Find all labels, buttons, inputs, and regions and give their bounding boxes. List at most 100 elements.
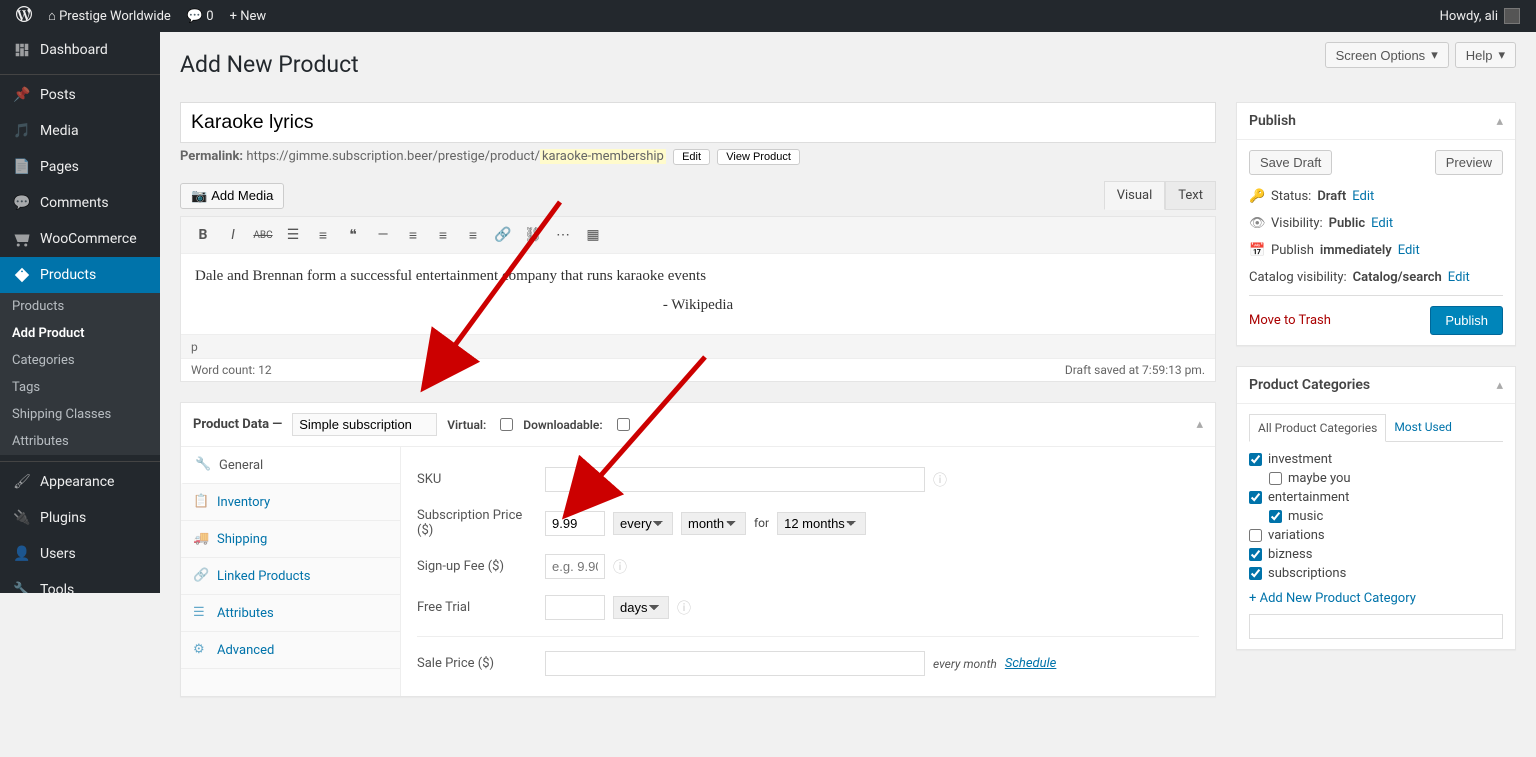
length-select[interactable]: 12 months [777, 512, 866, 535]
submenu-shipping-classes[interactable]: Shipping Classes [0, 401, 160, 428]
menu-comments[interactable]: 💬Comments [0, 185, 160, 221]
product-type-select[interactable]: Simple subscription [292, 413, 437, 436]
cat-tab-most[interactable]: Most Used [1386, 414, 1460, 441]
pd-tab-advanced[interactable]: ⚙Advanced [181, 632, 400, 669]
user-account[interactable]: Howdy, ali [1432, 0, 1528, 32]
category-checkbox[interactable] [1249, 491, 1262, 504]
submenu-categories[interactable]: Categories [0, 347, 160, 374]
quote-button[interactable]: ❝ [339, 221, 367, 249]
tab-text[interactable]: Text [1165, 181, 1216, 210]
submenu-products-list[interactable]: Products [0, 293, 160, 320]
comment-icon: 💬 [12, 193, 32, 213]
edit-date-link[interactable]: Edit [1398, 243, 1420, 258]
brush-icon: 🖌 [12, 472, 32, 492]
menu-posts[interactable]: 📌Posts [0, 77, 160, 113]
screen-options-button[interactable]: Screen Options▾ [1325, 42, 1449, 68]
view-product-button[interactable]: View Product [717, 149, 800, 165]
bold-button[interactable]: B [189, 221, 217, 249]
free-trial-input[interactable] [545, 595, 605, 620]
category-search-input[interactable] [1249, 614, 1503, 639]
schedule-link[interactable]: Schedule [1005, 656, 1057, 671]
add-media-button[interactable]: 📷Add Media [180, 183, 284, 209]
period-select[interactable]: month [681, 512, 746, 535]
menu-plugins[interactable]: 🔌Plugins [0, 500, 160, 536]
move-to-trash-link[interactable]: Move to Trash [1249, 313, 1331, 328]
pd-tab-attributes[interactable]: ☰Attributes [181, 595, 400, 632]
pd-tab-shipping[interactable]: 🚚Shipping [181, 521, 400, 558]
publish-box: Publish▴ Save Draft Preview 🔑Status: Dra… [1236, 102, 1516, 346]
add-category-link[interactable]: + Add New Product Category [1249, 583, 1503, 606]
submenu-attributes[interactable]: Attributes [0, 428, 160, 455]
category-item: subscriptions [1249, 564, 1503, 583]
sku-input[interactable] [545, 467, 925, 492]
help-icon[interactable]: ⓘ [613, 557, 627, 577]
wp-logo[interactable] [8, 0, 40, 32]
downloadable-checkbox[interactable] [617, 418, 630, 431]
unlink-button[interactable]: ⛓ [519, 221, 547, 249]
category-item: variations [1249, 526, 1503, 545]
signup-fee-input[interactable] [545, 554, 605, 579]
category-checkbox[interactable] [1269, 510, 1282, 523]
editor-content[interactable]: Dale and Brennan form a successful enter… [181, 254, 1215, 334]
camera-icon: 📷 [191, 188, 207, 204]
category-checkbox[interactable] [1269, 472, 1282, 485]
user-icon: 👤 [12, 544, 32, 564]
sale-price-input[interactable] [545, 651, 925, 676]
align-center-button[interactable]: ≡ [429, 221, 457, 249]
category-checkbox[interactable] [1249, 529, 1262, 542]
menu-appearance[interactable]: 🖌Appearance [0, 464, 160, 500]
ul-button[interactable]: ☰ [279, 221, 307, 249]
menu-woocommerce[interactable]: WooCommerce [0, 221, 160, 257]
help-button[interactable]: Help▾ [1455, 42, 1516, 68]
category-label: variations [1268, 528, 1325, 543]
menu-products[interactable]: Products [0, 257, 160, 293]
hr-button[interactable]: ― [369, 221, 397, 249]
link-button[interactable]: 🔗 [489, 221, 517, 249]
toolbar-toggle-button[interactable]: ▦ [579, 221, 607, 249]
pd-tab-inventory[interactable]: 📋Inventory [181, 484, 400, 521]
submenu-add-product[interactable]: Add Product [0, 320, 160, 347]
edit-slug-button[interactable]: Edit [673, 149, 710, 165]
category-checkbox[interactable] [1249, 453, 1262, 466]
caret-down-icon: ▾ [1498, 47, 1505, 63]
new-content[interactable]: + New [222, 0, 275, 32]
strike-button[interactable]: ABC [249, 221, 277, 249]
align-right-button[interactable]: ≡ [459, 221, 487, 249]
edit-catalog-link[interactable]: Edit [1448, 270, 1470, 285]
subscription-price-input[interactable] [545, 511, 605, 536]
menu-dashboard[interactable]: Dashboard [0, 32, 160, 68]
interval-select[interactable]: every [613, 512, 673, 535]
site-home[interactable]: ⌂ Prestige Worldwide [40, 0, 179, 32]
publish-button[interactable]: Publish [1430, 306, 1503, 335]
pd-tab-general[interactable]: 🔧General [181, 447, 400, 484]
italic-button[interactable]: I [219, 221, 247, 249]
edit-visibility-link[interactable]: Edit [1371, 216, 1393, 231]
menu-tools[interactable]: 🔧Tools [0, 572, 160, 593]
more-button[interactable]: ⋯ [549, 221, 577, 249]
cat-tab-all[interactable]: All Product Categories [1249, 414, 1386, 442]
menu-media[interactable]: 🎵Media [0, 113, 160, 149]
permalink-slug: karaoke-membership [540, 149, 666, 164]
comments-link[interactable]: 💬 0 [179, 0, 222, 32]
category-checkbox[interactable] [1249, 567, 1262, 580]
category-label: entertainment [1268, 490, 1349, 505]
help-icon[interactable]: ⓘ [677, 598, 691, 618]
toggle-icon[interactable]: ▴ [1196, 417, 1203, 432]
trial-period-select[interactable]: days [613, 596, 669, 619]
toggle-icon[interactable]: ▴ [1496, 114, 1503, 129]
virtual-checkbox[interactable] [500, 418, 513, 431]
category-checkbox[interactable] [1249, 548, 1262, 561]
edit-status-link[interactable]: Edit [1352, 189, 1374, 204]
product-title-input[interactable] [180, 102, 1216, 143]
help-icon[interactable]: ⓘ [933, 470, 947, 490]
menu-users[interactable]: 👤Users [0, 536, 160, 572]
toggle-icon[interactable]: ▴ [1496, 378, 1503, 393]
save-draft-button[interactable]: Save Draft [1249, 150, 1332, 175]
tab-visual[interactable]: Visual [1104, 181, 1166, 210]
submenu-tags[interactable]: Tags [0, 374, 160, 401]
align-left-button[interactable]: ≡ [399, 221, 427, 249]
pd-tab-linked[interactable]: 🔗Linked Products [181, 558, 400, 595]
ol-button[interactable]: ≡ [309, 221, 337, 249]
menu-pages[interactable]: 📄Pages [0, 149, 160, 185]
preview-button[interactable]: Preview [1435, 150, 1503, 175]
